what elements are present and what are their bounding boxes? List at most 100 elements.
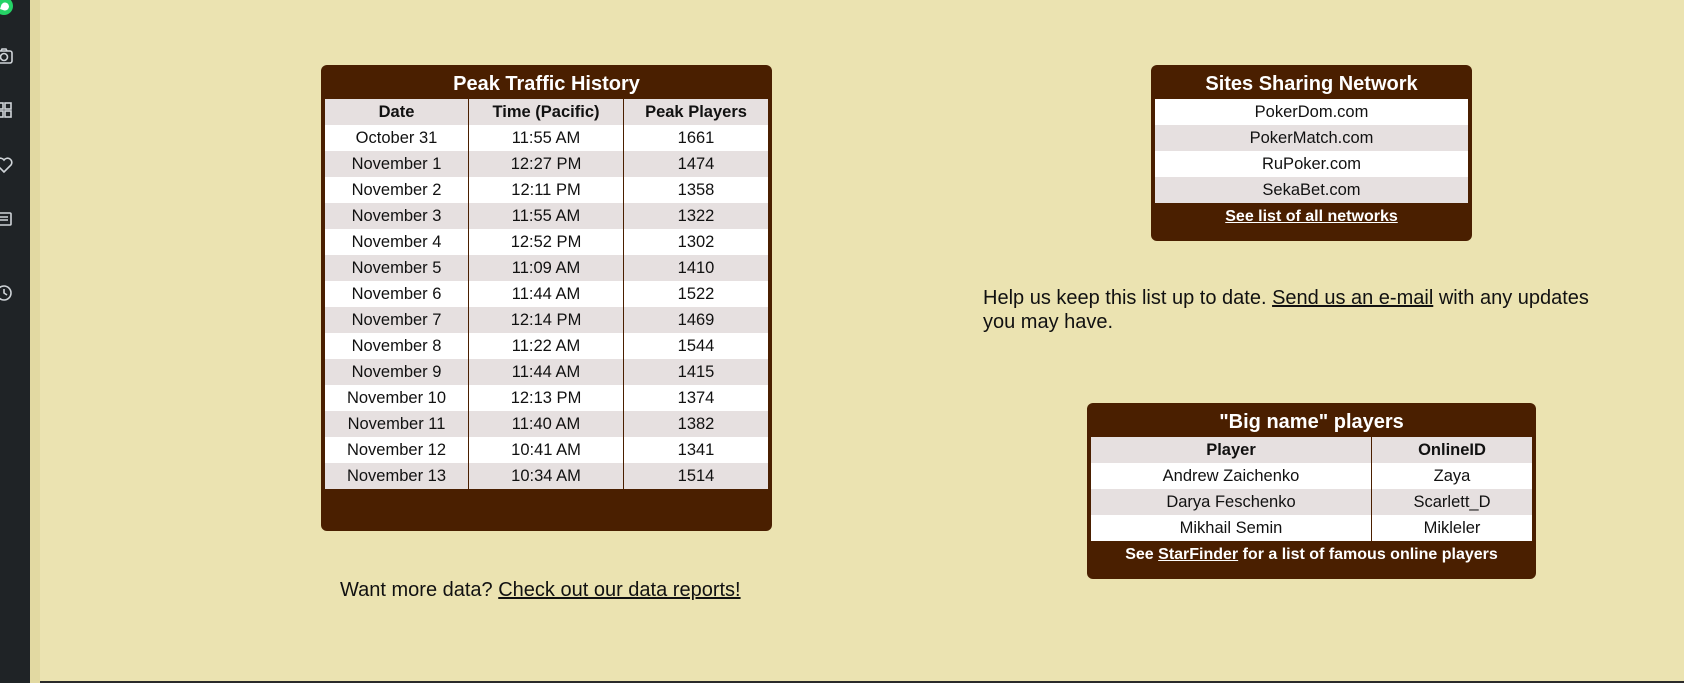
time-cell: 12:11 PM xyxy=(468,177,624,203)
date-cell: November 4 xyxy=(325,229,469,255)
table-row: SekaBet.com xyxy=(1155,177,1468,203)
more-data-prefix: Want more data? xyxy=(340,579,499,601)
date-cell: November 12 xyxy=(325,437,469,463)
time-cell: 11:44 AM xyxy=(468,281,624,307)
heart-icon[interactable] xyxy=(0,155,14,175)
starfinder-prefix: See xyxy=(1125,546,1159,563)
table-row: PokerMatch.com xyxy=(1155,125,1468,151)
data-reports-link[interactable]: Check out our data reports! xyxy=(498,579,740,601)
table-row: RuPoker.com xyxy=(1155,151,1468,177)
peak-traffic-table: Date Time (Pacific) Peak Players October… xyxy=(325,99,768,489)
peak-players-cell: 1302 xyxy=(623,229,768,255)
more-data-text: Want more data? Check out our data repor… xyxy=(340,578,741,602)
date-cell: November 8 xyxy=(325,333,469,359)
network-footer: See list of all networks xyxy=(1155,203,1468,231)
peak-players-cell: 1661 xyxy=(623,125,768,151)
time-cell: 10:34 AM xyxy=(468,463,624,489)
table-row: October 31 11:55 AM 1661 xyxy=(325,125,768,151)
peak-players-cell: 1469 xyxy=(623,307,768,333)
date-cell: November 2 xyxy=(325,177,469,203)
table-row: November 7 12:14 PM 1469 xyxy=(325,307,768,333)
peak-players-cell: 1544 xyxy=(623,333,768,359)
column-header-player: Player xyxy=(1091,437,1372,463)
date-cell: November 7 xyxy=(325,307,469,333)
peak-players-cell: 1322 xyxy=(623,203,768,229)
player-name-cell: Andrew Zaichenko xyxy=(1091,463,1372,489)
time-cell: 12:52 PM xyxy=(468,229,624,255)
network-site-cell: RuPoker.com xyxy=(1155,151,1468,177)
starfinder-suffix: for a list of famous online players xyxy=(1238,546,1498,563)
traffic-panel-footer xyxy=(325,489,768,525)
date-cell: November 10 xyxy=(325,385,469,411)
history-clock-icon[interactable] xyxy=(0,283,14,303)
all-networks-link[interactable]: See list of all networks xyxy=(1225,208,1398,225)
time-cell: 11:40 AM xyxy=(468,411,624,437)
column-header-peak-players: Peak Players xyxy=(623,99,768,125)
date-cell: November 6 xyxy=(325,281,469,307)
column-header-date: Date xyxy=(325,99,469,125)
date-cell: October 31 xyxy=(325,125,469,151)
table-row: PokerDom.com xyxy=(1155,99,1468,125)
date-cell: November 5 xyxy=(325,255,469,281)
news-icon[interactable] xyxy=(0,209,14,229)
peak-players-cell: 1415 xyxy=(623,359,768,385)
peak-players-cell: 1514 xyxy=(623,463,768,489)
big-name-footer: See StarFinder for a list of famous onli… xyxy=(1091,541,1532,569)
camera-icon[interactable] xyxy=(0,46,14,66)
big-name-players-table: Player OnlineID Andrew Zaichenko Zaya Dary… xyxy=(1091,437,1532,541)
player-name-cell: Darya Feschenko xyxy=(1091,489,1372,515)
table-row: November 1 12:27 PM 1474 xyxy=(325,151,768,177)
online-id-cell: Scarlett_D xyxy=(1371,489,1532,515)
peak-players-cell: 1382 xyxy=(623,411,768,437)
peak-players-cell: 1358 xyxy=(623,177,768,203)
table-row: November 3 11:55 AM 1322 xyxy=(325,203,768,229)
table-row: November 10 12:13 PM 1374 xyxy=(325,385,768,411)
network-sites-table: PokerDom.com PokerMatch.com RuPoker.com Sek… xyxy=(1155,99,1468,203)
sidebar-divider xyxy=(30,0,40,683)
time-cell: 11:09 AM xyxy=(468,255,624,281)
table-row: November 6 11:44 AM 1522 xyxy=(325,281,768,307)
time-cell: 12:27 PM xyxy=(468,151,624,177)
table-row: November 4 12:52 PM 1302 xyxy=(325,229,768,255)
apps-grid-icon[interactable] xyxy=(0,100,14,120)
column-header-onlineid: OnlineID xyxy=(1371,437,1532,463)
send-email-link[interactable]: Send us an e-mail xyxy=(1272,287,1433,309)
network-sites-title: Sites Sharing Network xyxy=(1205,73,1418,95)
table-row: November 5 11:09 AM 1410 xyxy=(325,255,768,281)
peak-players-cell: 1341 xyxy=(623,437,768,463)
date-cell: November 11 xyxy=(325,411,469,437)
time-cell: 10:41 AM xyxy=(468,437,624,463)
table-row: November 13 10:34 AM 1514 xyxy=(325,463,768,489)
time-cell: 11:22 AM xyxy=(468,333,624,359)
table-row: November 2 12:11 PM 1358 xyxy=(325,177,768,203)
table-row: November 9 11:44 AM 1415 xyxy=(325,359,768,385)
help-text-prefix: Help us keep this list up to date. xyxy=(983,287,1273,309)
column-header-time: Time (Pacific) xyxy=(468,99,624,125)
network-site-cell: PokerDom.com xyxy=(1155,99,1468,125)
starfinder-link[interactable]: StarFinder xyxy=(1158,546,1238,563)
big-name-players-title: "Big name" players xyxy=(1219,411,1404,433)
browser-sidebar xyxy=(0,0,40,683)
whatsapp-icon[interactable] xyxy=(0,0,14,16)
table-row: Mikhail Semin Mikleler xyxy=(1091,515,1532,541)
time-cell: 11:44 AM xyxy=(468,359,624,385)
date-cell: November 9 xyxy=(325,359,469,385)
peak-players-cell: 1410 xyxy=(623,255,768,281)
table-row: November 12 10:41 AM 1341 xyxy=(325,437,768,463)
online-id-cell: Mikleler xyxy=(1371,515,1532,541)
player-name-cell: Mikhail Semin xyxy=(1091,515,1372,541)
time-cell: 12:14 PM xyxy=(468,307,624,333)
table-row: Andrew Zaichenko Zaya xyxy=(1091,463,1532,489)
time-cell: 11:55 AM xyxy=(468,125,624,151)
network-site-cell: PokerMatch.com xyxy=(1155,125,1468,151)
table-row: November 8 11:22 AM 1544 xyxy=(325,333,768,359)
table-row: November 11 11:40 AM 1382 xyxy=(325,411,768,437)
time-cell: 12:13 PM xyxy=(468,385,624,411)
help-text: Help us keep this list up to date. Send … xyxy=(983,286,1623,334)
date-cell: November 13 xyxy=(325,463,469,489)
date-cell: November 3 xyxy=(325,203,469,229)
network-site-cell: SekaBet.com xyxy=(1155,177,1468,203)
peak-traffic-panel: Peak Traffic History Date Time (Pacific)… xyxy=(321,65,772,531)
peak-players-cell: 1474 xyxy=(623,151,768,177)
peak-players-cell: 1522 xyxy=(623,281,768,307)
